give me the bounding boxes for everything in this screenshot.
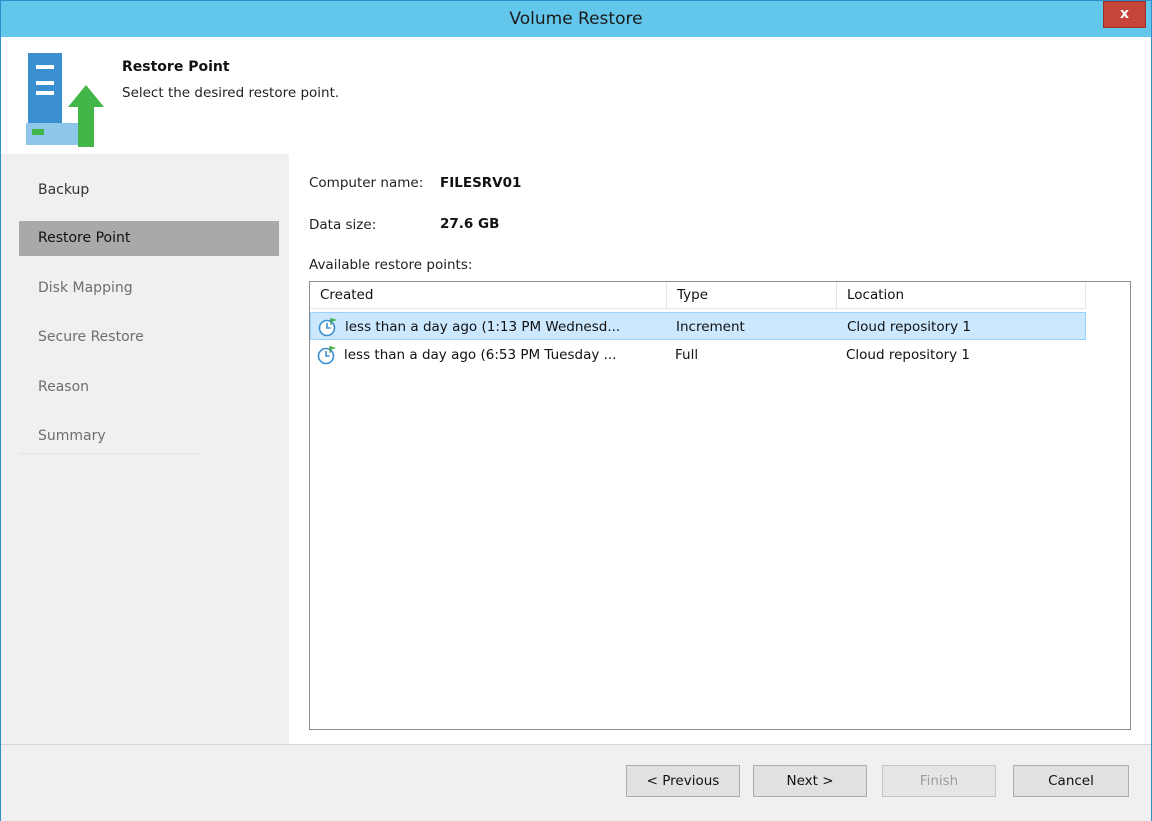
volume-restore-window: Volume Restore x Restore Point Select th…: [0, 0, 1152, 821]
main-panel: Computer name: FILESRV01 Data size: 27.6…: [289, 154, 1151, 744]
sidebar-item-reason: Reason: [38, 379, 90, 395]
row-location: Cloud repository 1: [846, 347, 970, 363]
table-row[interactable]: less than a day ago (6:53 PM Tuesday ...…: [310, 341, 1086, 369]
column-header-type[interactable]: Type: [667, 282, 837, 309]
column-header-created[interactable]: Created: [310, 282, 667, 309]
data-size-label: Data size:: [309, 217, 377, 233]
column-header-location[interactable]: Location: [837, 282, 1086, 309]
sidebar-item-disk-mapping: Disk Mapping: [38, 280, 133, 296]
row-created: less than a day ago (6:53 PM Tuesday ...: [344, 347, 617, 363]
server-restore-icon: [26, 53, 108, 153]
sidebar-divider: [19, 453, 199, 454]
row-created: less than a day ago (1:13 PM Wednesd...: [345, 319, 621, 335]
sidebar-item-secure-restore: Secure Restore: [38, 329, 144, 345]
cancel-button[interactable]: Cancel: [1013, 765, 1129, 797]
next-button[interactable]: Next >: [753, 765, 867, 797]
restore-points-list[interactable]: Created Type Location less than a day ag…: [309, 281, 1131, 730]
sidebar-item-backup[interactable]: Backup: [19, 173, 279, 208]
computer-name-label: Computer name:: [309, 175, 424, 191]
row-type: Full: [675, 347, 699, 363]
data-size-value: 27.6 GB: [440, 216, 500, 232]
row-type: Increment: [676, 319, 745, 335]
wizard-steps-sidebar: Backup Restore Point Disk Mapping Secure…: [1, 154, 289, 744]
table-row[interactable]: less than a day ago (1:13 PM Wednesd... …: [310, 312, 1086, 340]
header-title: Restore Point: [122, 59, 230, 75]
close-button[interactable]: x: [1103, 1, 1146, 28]
header-subtitle: Select the desired restore point.: [122, 85, 340, 101]
wizard-header: Restore Point Select the desired restore…: [1, 37, 1151, 154]
computer-name-value: FILESRV01: [440, 175, 522, 191]
restore-points-label: Available restore points:: [309, 257, 473, 273]
window-title: Volume Restore: [509, 9, 643, 29]
close-icon: x: [1119, 6, 1130, 22]
wizard-footer: < Previous Next > Finish Cancel: [1, 744, 1151, 821]
finish-button: Finish: [882, 765, 996, 797]
previous-button[interactable]: < Previous: [626, 765, 740, 797]
title-bar[interactable]: Volume Restore x: [1, 1, 1151, 37]
row-location: Cloud repository 1: [847, 319, 971, 335]
restore-point-clock-icon: [317, 345, 337, 375]
sidebar-item-restore-point[interactable]: Restore Point: [19, 221, 279, 256]
sidebar-item-summary: Summary: [38, 428, 106, 444]
